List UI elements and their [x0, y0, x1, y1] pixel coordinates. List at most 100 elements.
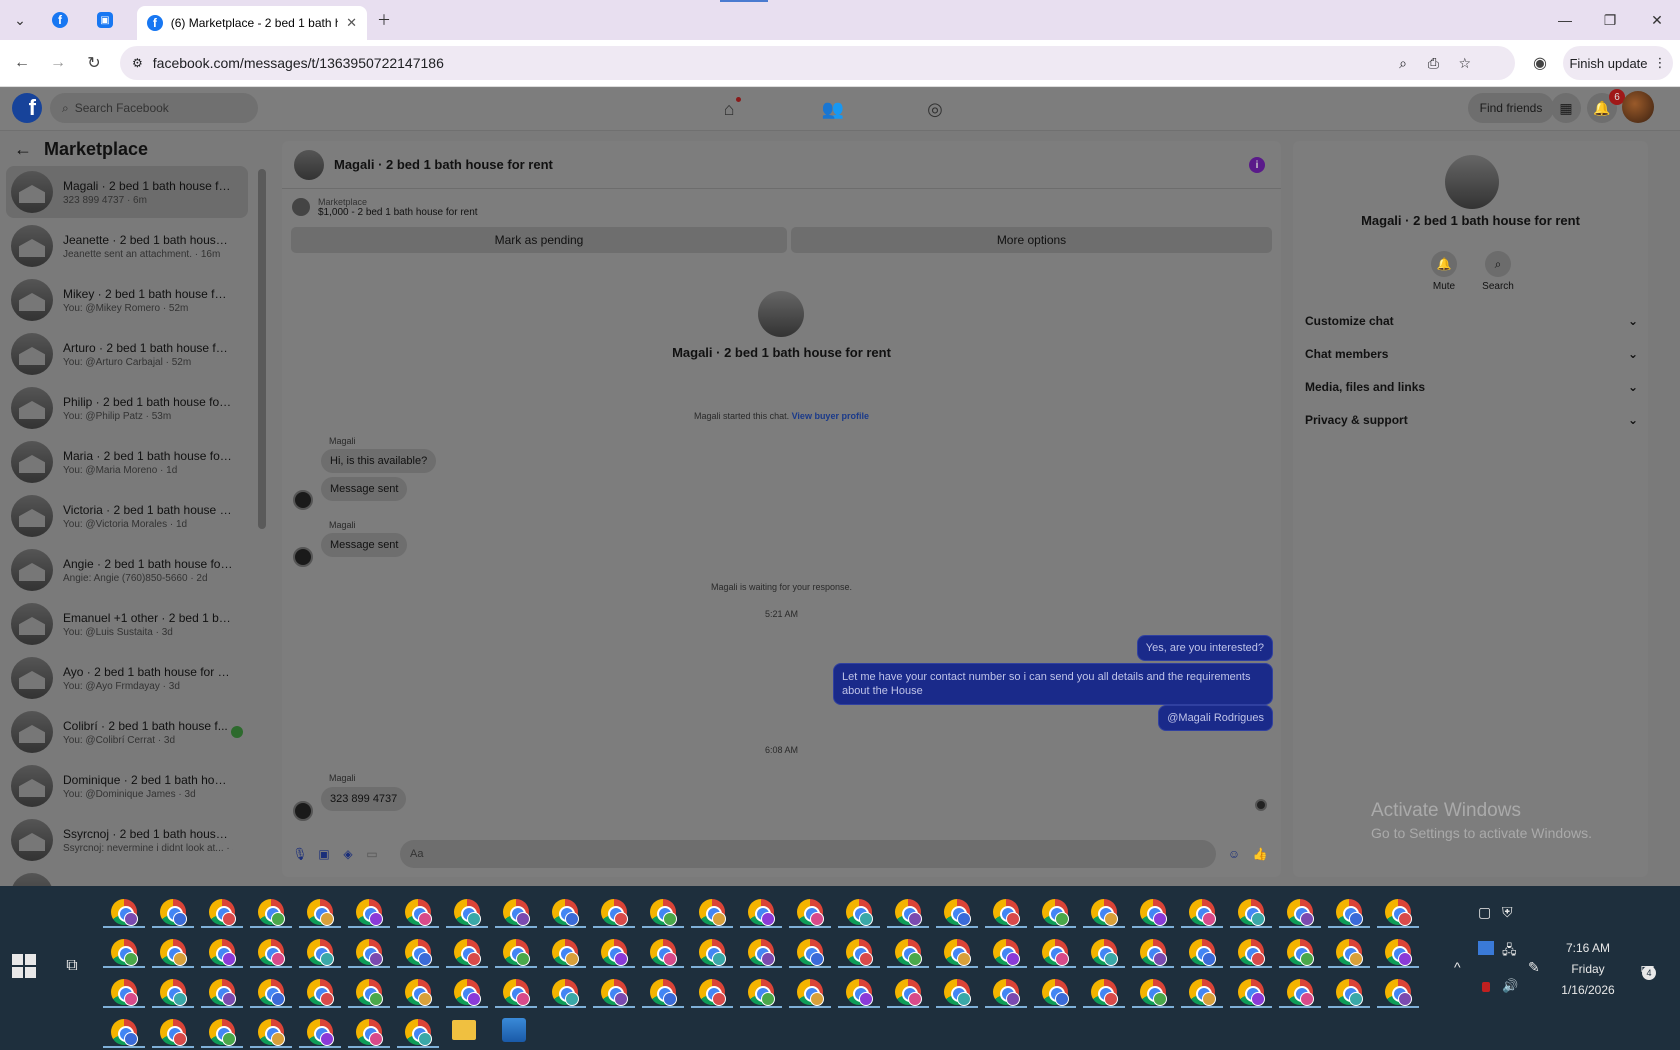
show-hidden-icons-chevron-icon[interactable]: ^: [1454, 959, 1461, 975]
emoji-icon[interactable]: ☺: [1226, 846, 1242, 862]
chrome-profile-icon[interactable]: [1287, 939, 1314, 966]
chrome-profile-icon[interactable]: [160, 939, 187, 966]
install-app-icon[interactable]: ⎙: [1428, 55, 1439, 72]
photos-icon[interactable]: [502, 1018, 526, 1042]
close-window-button[interactable]: ✕: [1637, 0, 1677, 40]
chrome-profile-icon[interactable]: [748, 979, 775, 1006]
kebab-menu-icon[interactable]: ⋮: [1654, 55, 1667, 71]
incoming-message[interactable]: 323 899 4737: [321, 787, 407, 811]
chrome-profile-icon[interactable]: [209, 979, 236, 1006]
info-icon[interactable]: i: [1249, 157, 1265, 173]
chrome-profile-icon[interactable]: [650, 979, 677, 1006]
facebook-pinned-tab[interactable]: f: [40, 0, 80, 40]
chrome-profile-icon[interactable]: [1385, 899, 1412, 926]
chrome-profile-icon[interactable]: [552, 899, 579, 926]
privacy-support-row[interactable]: Privacy & support ⌄: [1305, 406, 1638, 434]
chrome-profile-icon[interactable]: [405, 1019, 432, 1046]
conversation-item[interactable]: Victoria · 2 bed 1 bath house fo... You: …: [6, 490, 248, 542]
task-view-icon[interactable]: ⧉: [60, 954, 84, 978]
chrome-profile-icon[interactable]: [552, 979, 579, 1006]
chrome-profile-icon[interactable]: [993, 979, 1020, 1006]
conversation-item[interactable]: Jeanette · 2 bed 1 bath house f... Jeanet…: [6, 220, 248, 272]
chrome-profile-icon[interactable]: [944, 939, 971, 966]
groups-icon[interactable]: ◎: [922, 96, 948, 122]
tray-app-icon-2[interactable]: [1482, 982, 1490, 992]
tab-list-chevron-icon[interactable]: ⌄: [0, 0, 40, 40]
chat-members-row[interactable]: Chat members ⌄: [1305, 340, 1638, 368]
media-files-row[interactable]: Media, files and links ⌄: [1305, 373, 1638, 401]
sidebar-scrollbar[interactable]: [258, 169, 266, 529]
chrome-profile-icon[interactable]: [356, 899, 383, 926]
chrome-profile-icon[interactable]: [1287, 899, 1314, 926]
tab-marketplace[interactable]: f (6) Marketplace - 2 bed 1 bath h ✕: [137, 6, 367, 40]
conversation-item[interactable]: Emanuel +1 other · 2 bed 1 bath... You: @…: [6, 598, 248, 650]
conversation-item[interactable]: Dominique · 2 bed 1 bath hous... You: @Do…: [6, 760, 248, 812]
chrome-profile-icon[interactable]: [552, 939, 579, 966]
chrome-profile-icon[interactable]: [258, 939, 285, 966]
chrome-profile-icon[interactable]: [846, 899, 873, 926]
more-options-button[interactable]: More options: [791, 227, 1272, 253]
system-clock[interactable]: 7:16 AM Friday 1/16/2026: [1548, 938, 1628, 1001]
back-button[interactable]: ←: [7, 48, 37, 78]
conversation-item[interactable]: Aniah · 2 bed 1 bath house for r...: [6, 868, 248, 886]
chrome-profile-icon[interactable]: [1238, 939, 1265, 966]
friends-icon[interactable]: 👥: [820, 96, 846, 122]
chrome-profile-icon[interactable]: [1336, 899, 1363, 926]
chrome-profile-icon[interactable]: [1140, 939, 1167, 966]
facebook-search-input[interactable]: ⌕ Search Facebook: [50, 93, 258, 123]
chrome-profile-icon[interactable]: [944, 899, 971, 926]
reload-button[interactable]: ↻: [79, 48, 109, 78]
microphone-icon[interactable]: 🎙: [292, 846, 308, 862]
pen-icon[interactable]: ✎: [1528, 959, 1540, 976]
conversation-item[interactable]: Arturo · 2 bed 1 bath house for ... You: …: [6, 328, 248, 380]
new-tab-button[interactable]: ＋: [364, 0, 404, 40]
chrome-profile-icon[interactable]: [209, 899, 236, 926]
finish-update-button[interactable]: Finish update ⋮: [1563, 46, 1673, 80]
chrome-profile-icon[interactable]: [601, 939, 628, 966]
chrome-profile-icon[interactable]: [258, 1019, 285, 1046]
sticker-icon[interactable]: ◈: [340, 846, 356, 862]
site-info-icon[interactable]: ⚙: [132, 56, 143, 70]
network-icon[interactable]: 🖧: [1502, 941, 1517, 963]
gif-icon[interactable]: ▭: [364, 846, 380, 862]
outgoing-message[interactable]: Let me have your contact number so i can…: [833, 663, 1273, 705]
chrome-profile-icon[interactable]: [748, 899, 775, 926]
incoming-message[interactable]: Message sent: [321, 533, 408, 557]
conversation-item[interactable]: Ayo · 2 bed 1 bath house for rent You: @A…: [6, 652, 248, 704]
security-icon[interactable]: ⛨: [1502, 904, 1513, 921]
chrome-profile-icon[interactable]: [1287, 979, 1314, 1006]
back-arrow-icon[interactable]: ←: [14, 139, 32, 160]
file-explorer-icon[interactable]: [452, 1020, 476, 1040]
conversation-item[interactable]: Maria · 2 bed 1 bath house for r... You: …: [6, 436, 248, 488]
chrome-profile-icon[interactable]: [111, 979, 138, 1006]
chrome-profile-icon[interactable]: [160, 1019, 187, 1046]
chrome-profile-icon[interactable]: [1336, 979, 1363, 1006]
minimize-button[interactable]: —: [1545, 0, 1585, 40]
chrome-profile-icon[interactable]: [1091, 939, 1118, 966]
chrome-profile-icon[interactable]: [650, 899, 677, 926]
chrome-profile-icon[interactable]: [846, 979, 873, 1006]
chrome-profile-icon[interactable]: [797, 899, 824, 926]
chrome-profile-icon[interactable]: [748, 939, 775, 966]
chrome-profile-icon[interactable]: [797, 939, 824, 966]
chrome-profile-icon[interactable]: [699, 899, 726, 926]
thumbs-up-icon[interactable]: 👍: [1252, 846, 1268, 862]
chrome-profile-icon[interactable]: [258, 899, 285, 926]
chrome-profile-icon[interactable]: [307, 979, 334, 1006]
mute-button[interactable]: 🔔 Mute: [1419, 251, 1469, 292]
chrome-profile-icon[interactable]: [699, 979, 726, 1006]
profile-icon[interactable]: ◉: [1525, 48, 1555, 78]
windows-start-icon[interactable]: [12, 954, 36, 978]
chrome-profile-icon[interactable]: [111, 939, 138, 966]
menu-grid-icon[interactable]: ▦: [1551, 93, 1581, 123]
chrome-profile-icon[interactable]: [699, 939, 726, 966]
chrome-profile-icon[interactable]: [503, 979, 530, 1006]
chrome-profile-icon[interactable]: [356, 979, 383, 1006]
chrome-profile-icon[interactable]: [895, 899, 922, 926]
chrome-profile-icon[interactable]: [307, 1019, 334, 1046]
chat-avatar[interactable]: [294, 149, 324, 180]
search-button[interactable]: ⌕ Search: [1473, 251, 1523, 292]
outgoing-message[interactable]: @Magali Rodrigues: [1158, 705, 1273, 731]
chrome-profile-icon[interactable]: [1042, 939, 1069, 966]
forward-button[interactable]: →: [43, 48, 73, 78]
